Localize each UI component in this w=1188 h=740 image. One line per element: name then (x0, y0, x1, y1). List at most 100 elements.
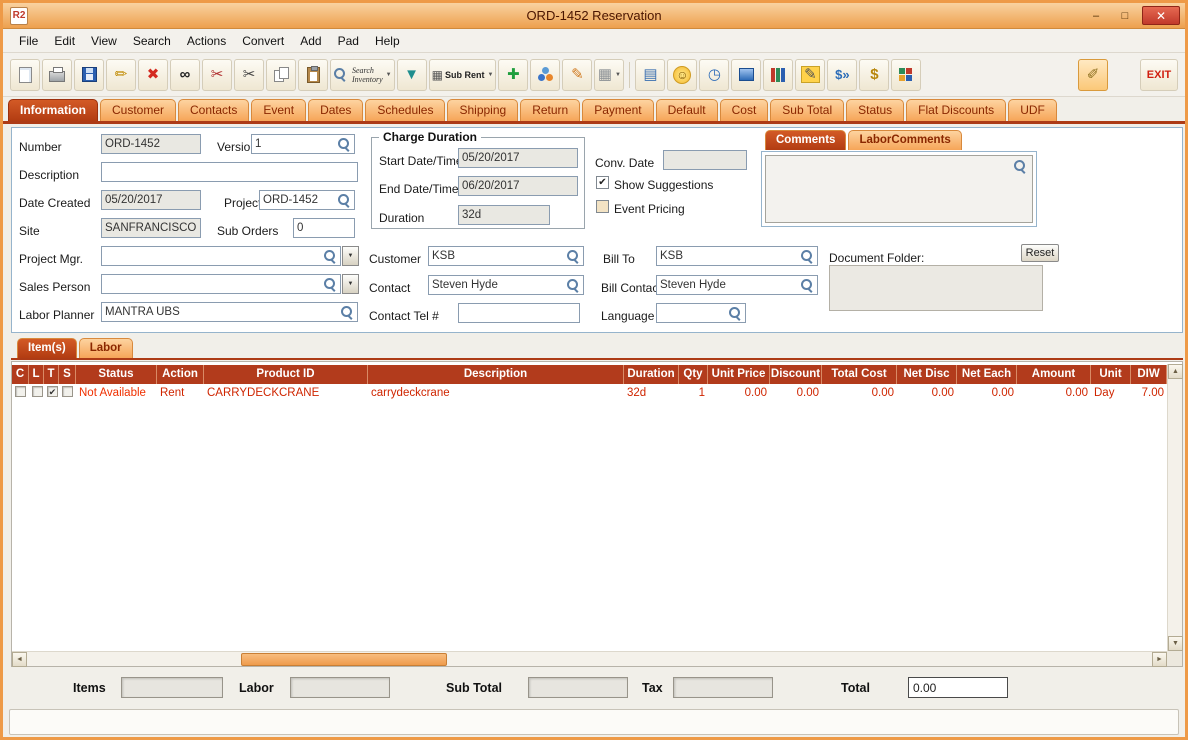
search-inventory-button[interactable]: Search Inventory ▼ (330, 58, 395, 91)
paste-button[interactable] (298, 58, 328, 91)
customer-field[interactable]: KSB (428, 246, 584, 266)
menu-search[interactable]: Search (125, 32, 179, 50)
tab-labor[interactable]: Labor (78, 338, 133, 358)
search-icon[interactable] (323, 277, 337, 291)
menu-actions[interactable]: Actions (179, 32, 234, 50)
horizontal-scrollbar[interactable]: ◄ ► (12, 651, 1167, 667)
tab-schedules[interactable]: Schedules (365, 99, 446, 121)
feedback-button[interactable]: ☺ (667, 58, 698, 91)
version-field[interactable]: 1 (251, 134, 355, 154)
row-checkbox-c[interactable] (15, 386, 26, 398)
col-qty[interactable]: Qty (679, 365, 708, 384)
comments-textarea[interactable] (765, 155, 1033, 223)
duration-field[interactable]: 32d (458, 205, 550, 225)
currency-transfer-button[interactable]: $» (827, 58, 858, 91)
menu-add[interactable]: Add (292, 32, 329, 50)
tab-status[interactable]: Status (846, 99, 905, 121)
search-icon[interactable] (337, 193, 351, 207)
scroll-down-icon[interactable]: ▼ (1168, 636, 1183, 651)
group-button[interactable] (530, 58, 561, 91)
tools-button[interactable]: ✐ (1078, 58, 1108, 91)
catalog-button[interactable] (763, 58, 794, 91)
labor-planner-field[interactable]: MANTRA UBS (101, 302, 358, 322)
minimize-button[interactable]: – (1084, 6, 1108, 25)
tab-comments[interactable]: Comments (765, 130, 847, 150)
scroll-left-icon[interactable]: ◄ (12, 652, 27, 667)
start-date-field[interactable]: 05/20/2017 (458, 148, 578, 168)
event-pricing-checkbox[interactable] (596, 200, 609, 213)
menu-edit[interactable]: Edit (46, 32, 83, 50)
project-field[interactable]: ORD-1452 (259, 190, 355, 210)
tab-event[interactable]: Event (251, 99, 307, 121)
col-diw[interactable]: DIW (1131, 365, 1167, 384)
search-icon[interactable] (800, 249, 814, 263)
tab-shipping[interactable]: Shipping (447, 99, 519, 121)
contact-field[interactable]: Steven Hyde (428, 275, 584, 295)
tab-customer[interactable]: Customer (100, 99, 177, 121)
maximize-button[interactable]: □ (1113, 6, 1137, 25)
col-product-id[interactable]: Product ID (204, 365, 368, 384)
project-mgr-field[interactable] (101, 246, 341, 266)
date-created-field[interactable]: 05/20/2017 (101, 190, 201, 210)
edit-button[interactable]: ✏ (106, 58, 136, 91)
col-l[interactable]: L (29, 365, 44, 384)
search-icon[interactable] (337, 137, 351, 151)
chevron-down-icon[interactable]: ▼ (487, 72, 493, 78)
chevron-down-icon[interactable]: ▼ (615, 72, 621, 78)
menu-pad[interactable]: Pad (330, 32, 367, 50)
conv-date-field[interactable] (663, 150, 747, 170)
writepad-button[interactable]: ✎ (795, 58, 826, 91)
search-icon[interactable] (323, 249, 337, 263)
tab-labor-comments[interactable]: LaborComments (848, 130, 962, 150)
price-list-button[interactable]: $ (859, 58, 890, 91)
reset-button[interactable]: Reset (1021, 244, 1059, 262)
scroll-up-icon[interactable]: ▲ (1168, 364, 1183, 379)
row-checkbox-s[interactable] (62, 386, 73, 398)
cut-button[interactable]: ✂ (234, 58, 264, 91)
sub-orders-field[interactable]: 0 (293, 218, 355, 238)
col-description[interactable]: Description (368, 365, 624, 384)
tab-dates[interactable]: Dates (308, 99, 364, 121)
scrollbar-thumb[interactable] (241, 653, 447, 666)
contact-tel-field[interactable] (458, 303, 580, 323)
find-button[interactable]: ∞ (170, 58, 200, 91)
notes-button[interactable]: ✎ (562, 58, 593, 91)
col-unit-price[interactable]: Unit Price (708, 365, 770, 384)
tab-return[interactable]: Return (520, 99, 581, 121)
print-report-button[interactable]: ▤ (635, 58, 666, 91)
menu-file[interactable]: File (11, 32, 46, 50)
search-icon[interactable] (566, 278, 580, 292)
col-total-cost[interactable]: Total Cost (822, 365, 897, 384)
col-action[interactable]: Action (157, 365, 204, 384)
new-button[interactable] (10, 58, 40, 91)
end-date-field[interactable]: 06/20/2017 (458, 176, 578, 196)
col-c[interactable]: C (12, 365, 29, 384)
col-duration[interactable]: Duration (624, 365, 679, 384)
tab-items[interactable]: Item(s) (17, 338, 77, 358)
site-field[interactable]: SANFRANCISCO (101, 218, 201, 238)
search-icon[interactable] (728, 306, 742, 320)
bill-to-field[interactable]: KSB (656, 246, 818, 266)
bill-contact-field[interactable]: Steven Hyde (656, 275, 818, 295)
tab-payment[interactable]: Payment (582, 99, 654, 121)
grid-button[interactable]: ▦ ▼ (594, 58, 625, 91)
row-checkbox-t[interactable]: ✔ (47, 386, 58, 398)
table-row[interactable]: ✔ Not Available Rent CARRYDECKCRANE carr… (12, 384, 1167, 403)
backup-button[interactable] (731, 58, 762, 91)
col-s[interactable]: S (59, 365, 76, 384)
print-button[interactable] (42, 58, 72, 91)
tab-contacts[interactable]: Contacts (178, 99, 250, 121)
language-field[interactable] (656, 303, 746, 323)
search-icon[interactable] (1013, 159, 1027, 173)
number-field[interactable]: ORD-1452 (101, 134, 201, 154)
col-net-disc[interactable]: Net Disc (897, 365, 957, 384)
tab-cost[interactable]: Cost (719, 99, 769, 121)
tab-information[interactable]: Information (8, 99, 98, 121)
sales-person-field[interactable] (101, 274, 341, 294)
exit-button[interactable]: EXIT (1140, 58, 1178, 91)
col-status[interactable]: Status (76, 365, 157, 384)
project-mgr-dropdown[interactable]: ▼ (342, 246, 359, 266)
sales-person-dropdown[interactable]: ▼ (342, 274, 359, 294)
cut-document-button[interactable]: ✂ (202, 58, 232, 91)
vertical-scrollbar[interactable]: ▲ ▼ (1167, 364, 1183, 651)
